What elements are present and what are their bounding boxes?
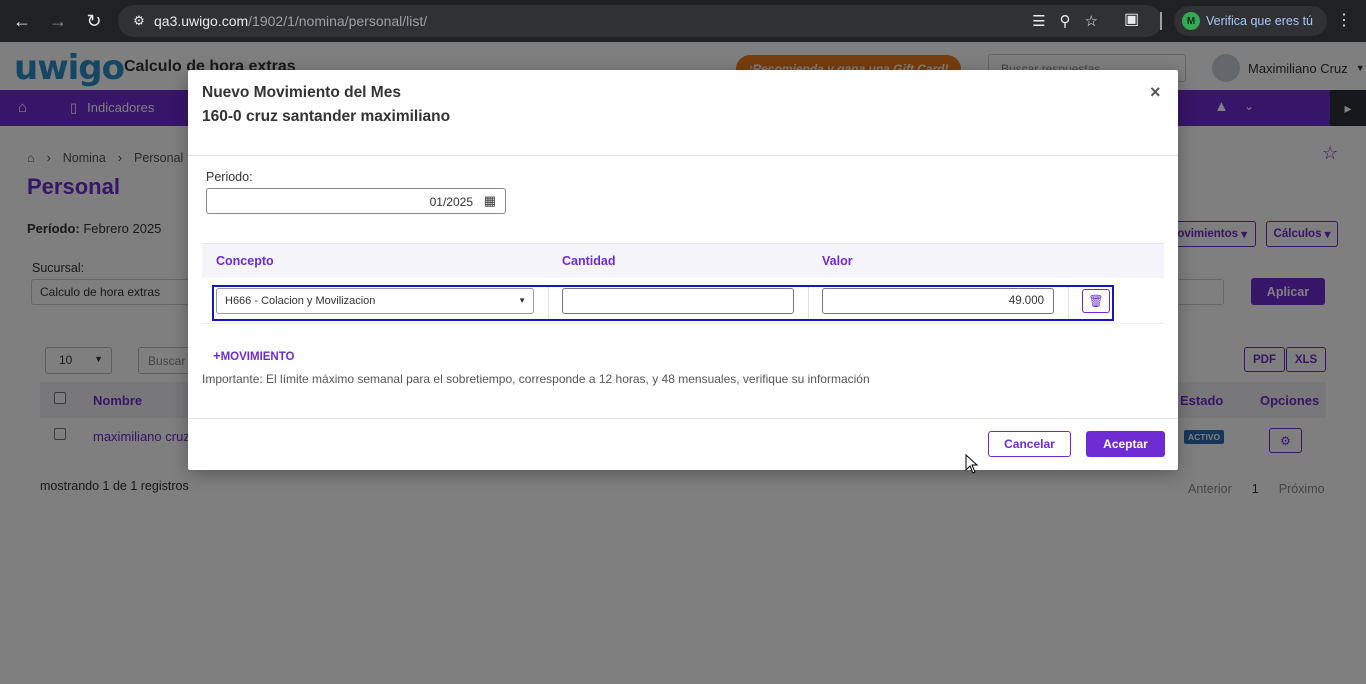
back-icon[interactable]: ← xyxy=(6,5,38,37)
extensions-icon[interactable]: ▣ xyxy=(1124,9,1139,29)
periodo-label: Periodo: xyxy=(206,170,253,184)
bookmark-star-icon[interactable]: ☆ xyxy=(1085,12,1098,30)
row-divider xyxy=(202,323,1164,324)
accept-button[interactable]: Aceptar xyxy=(1086,431,1165,457)
address-bar[interactable]: ⚙ qa3.uwigo.com/1902/1/nomina/personal/l… xyxy=(118,5,1162,37)
focused-row-highlight xyxy=(212,285,1114,321)
profile-verify-chip[interactable]: M Verifica que eres tú xyxy=(1174,6,1328,36)
plus-icon: + xyxy=(213,348,221,363)
modal-title: Nuevo Movimiento del Mes xyxy=(202,84,401,101)
periodo-value: 01/2025 xyxy=(429,195,473,209)
column-header-cantidad: Cantidad xyxy=(562,254,616,268)
nuevo-movimiento-modal: Nuevo Movimiento del Mes 160-0 cruz sant… xyxy=(188,70,1178,470)
url-text: qa3.uwigo.com/1902/1/nomina/personal/lis… xyxy=(154,13,428,29)
zoom-icon[interactable]: ⚲ xyxy=(1060,12,1071,30)
toolbar-divider xyxy=(1160,12,1162,30)
column-header-valor: Valor xyxy=(822,254,853,268)
movements-table-header xyxy=(202,243,1164,278)
modal-footer-divider xyxy=(188,418,1178,419)
reload-icon[interactable]: ↻ xyxy=(78,5,110,37)
mouse-cursor-icon xyxy=(965,454,979,474)
importante-note: Importante: El límite máximo semanal par… xyxy=(202,372,870,386)
browser-toolbar: ← → ↻ ⚙ qa3.uwigo.com/1902/1/nomina/pers… xyxy=(0,0,1366,42)
periodo-input[interactable]: 01/2025 ▦ xyxy=(206,188,506,214)
site-info-icon[interactable]: ⚙ xyxy=(124,13,154,29)
verify-label: Verifica que eres tú xyxy=(1206,14,1314,28)
cancel-button[interactable]: Cancelar xyxy=(988,431,1071,457)
browser-menu-icon[interactable]: ⋮ xyxy=(1336,10,1352,30)
translate-icon[interactable]: ☰ xyxy=(1032,12,1045,30)
close-icon[interactable]: × xyxy=(1150,82,1161,103)
calendar-icon[interactable]: ▦ xyxy=(484,193,496,209)
profile-avatar-icon: M xyxy=(1182,12,1200,30)
add-movimiento-button[interactable]: +MOVIMIENTO xyxy=(213,348,295,363)
forward-icon[interactable]: → xyxy=(42,5,74,37)
modal-header-divider xyxy=(188,155,1178,156)
column-header-concepto: Concepto xyxy=(216,254,274,268)
modal-subtitle: 160-0 cruz santander maximiliano xyxy=(202,108,451,125)
